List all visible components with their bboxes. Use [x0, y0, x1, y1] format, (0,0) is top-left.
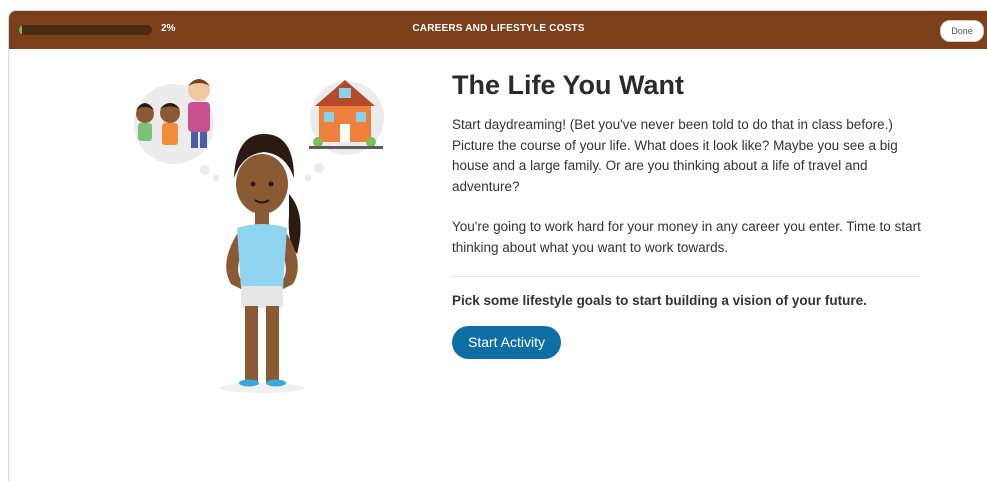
start-activity-button[interactable]: Start Activity: [452, 326, 562, 359]
done-button[interactable]: Done: [940, 20, 984, 42]
divider: [452, 276, 920, 277]
girl-character-icon: [220, 134, 304, 393]
top-bar: 2% CAREERS AND LIFESTYLE COSTS Done: [9, 11, 987, 49]
module-title: CAREERS AND LIFESTYLE COSTS: [412, 23, 585, 34]
intro-paragraph: Start daydreaming! (Bet you've never bee…: [452, 117, 898, 194]
activity-frame: 2% CAREERS AND LIFESTYLE COSTS Done The …: [8, 10, 987, 481]
illustration: [134, 79, 384, 393]
page-title: The Life You Want: [452, 70, 684, 100]
house-thought-bubble-icon: [309, 80, 384, 155]
activity-prompt: Pick some lifestyle goals to start build…: [452, 293, 867, 308]
main-content: The Life You Want Start daydreaming! (Be…: [452, 69, 922, 359]
family-thought-bubble-icon: [134, 79, 214, 164]
work-paragraph: You're going to work hard for your money…: [452, 219, 921, 255]
